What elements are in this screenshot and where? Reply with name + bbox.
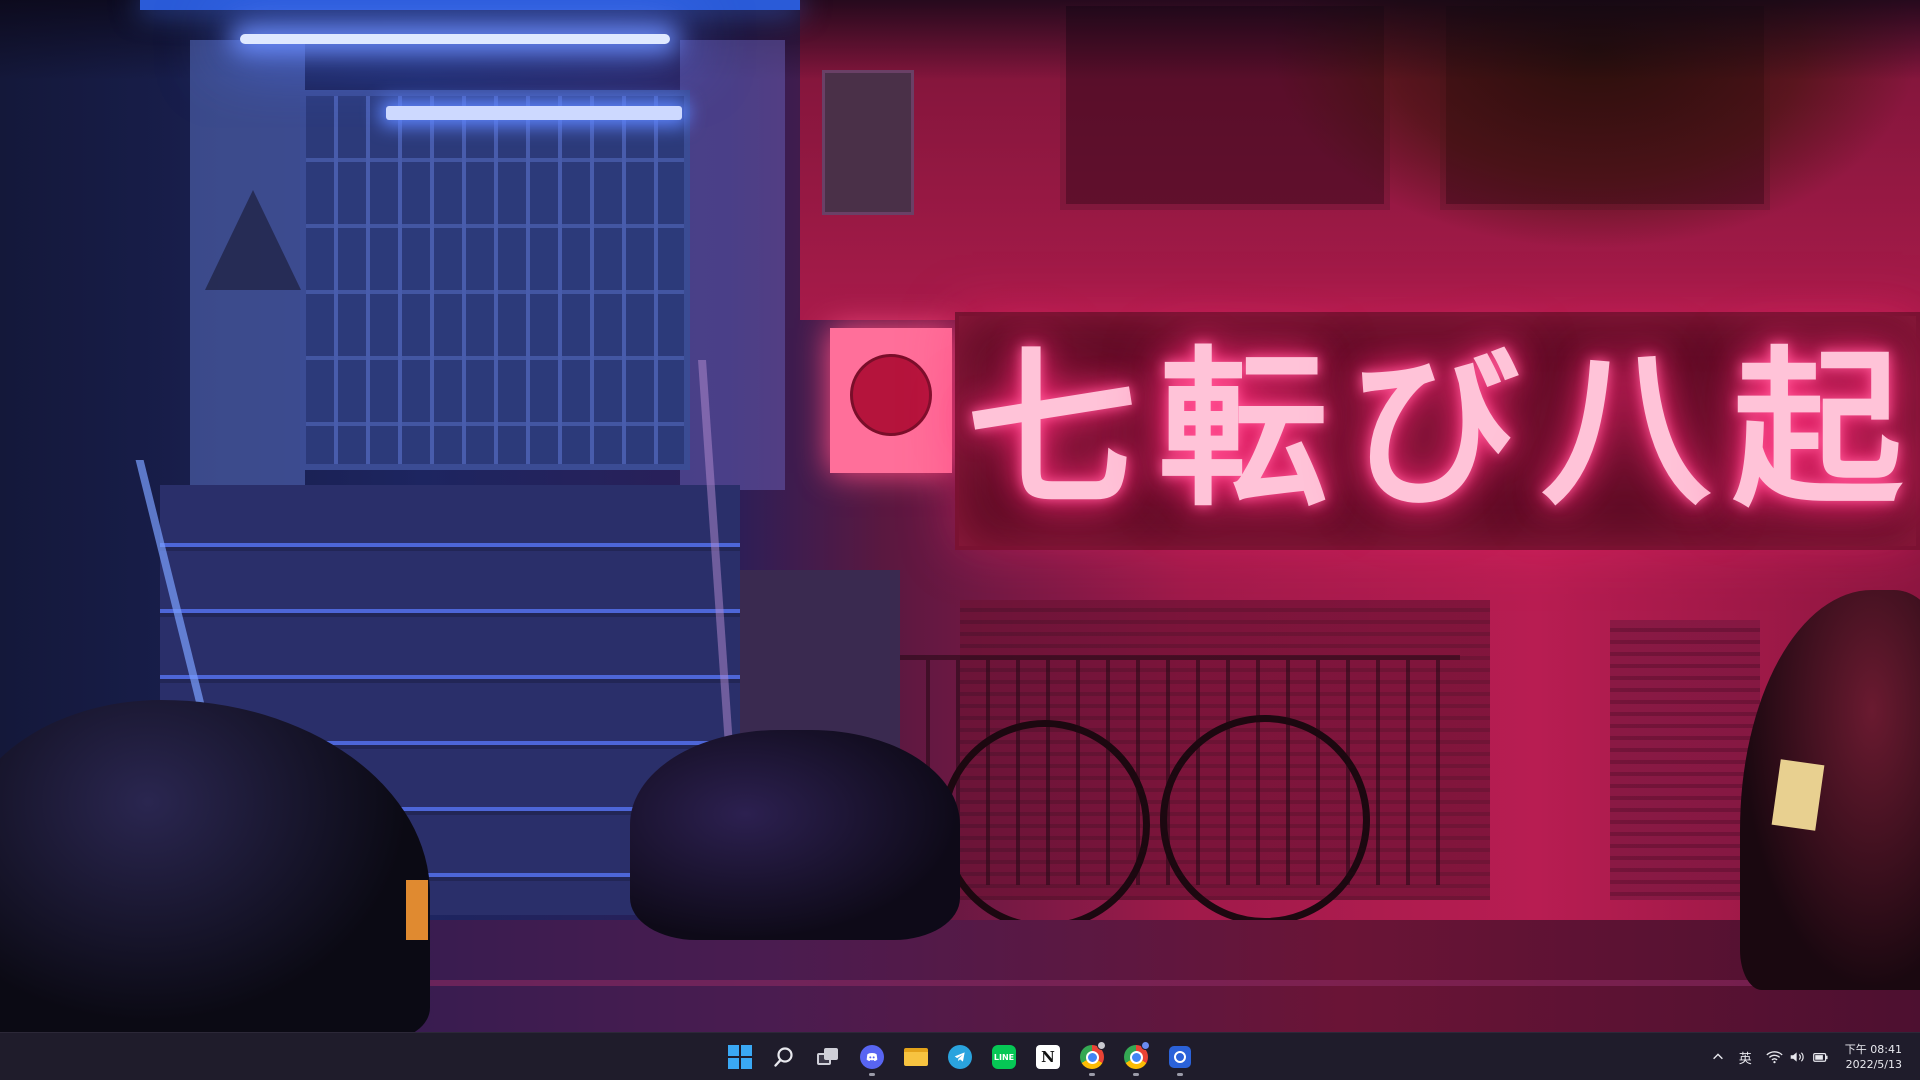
entrance-awning: [140, 0, 800, 10]
sign-character: び: [1349, 332, 1526, 530]
neon-led-sign: 七 転 び 八 起: [955, 312, 1920, 550]
file-explorer-button[interactable]: [896, 1037, 936, 1077]
taskbar-apps: LINE N: [720, 1033, 1200, 1080]
snipping-tool-button[interactable]: [1160, 1037, 1200, 1077]
fluorescent-lamp: [240, 34, 670, 44]
sign-character: 八: [1540, 332, 1717, 530]
wifi-icon: [1766, 1051, 1783, 1064]
clock-button[interactable]: 下午 08:41 2022/5/13: [1839, 1042, 1908, 1072]
bicycle-wheel: [1160, 715, 1370, 925]
chrome-button-1[interactable]: [1072, 1037, 1112, 1077]
folder-icon: [904, 1048, 928, 1066]
pillar-right: [680, 40, 785, 490]
start-button[interactable]: [720, 1037, 760, 1077]
chrome-button-2[interactable]: [1116, 1037, 1156, 1077]
windows-icon: [728, 1045, 752, 1069]
license-plate: [406, 880, 428, 940]
taskbar: LINE N 英 下午 08:41 2022/5/13: [0, 1032, 1920, 1080]
sign-character: 起: [1732, 332, 1909, 530]
telegram-icon: [948, 1045, 972, 1069]
parked-car-right: [1740, 590, 1920, 990]
show-hidden-icons-button[interactable]: [1707, 1041, 1729, 1073]
snipping-tool-icon: [1169, 1046, 1191, 1068]
search-button[interactable]: [764, 1037, 804, 1077]
air-conditioner-unit: [822, 70, 914, 215]
shop-shutter: [1610, 620, 1760, 900]
desktop-wallpaper: 七 転 び 八 起: [0, 0, 1920, 1032]
task-view-icon: [817, 1048, 839, 1066]
notion-icon: N: [1036, 1045, 1060, 1069]
curb: [400, 980, 1920, 986]
clock-date: 2022/5/13: [1845, 1058, 1902, 1071]
profile-avatar-badge: [1097, 1041, 1106, 1050]
license-plate: [1771, 759, 1825, 831]
sign-character: 転: [1158, 332, 1335, 530]
chevron-up-icon: [1712, 1053, 1723, 1060]
gated-door: [300, 90, 690, 470]
task-view-button[interactable]: [808, 1037, 848, 1077]
volume-icon: [1790, 1052, 1804, 1062]
quick-settings-button[interactable]: [1762, 1041, 1833, 1073]
sign-character: 七: [966, 332, 1143, 530]
exhaust-fan-box: [830, 328, 952, 473]
graffiti-eye-triangle: [205, 190, 301, 290]
bicycle-wheel: [940, 720, 1150, 930]
discord-button[interactable]: [852, 1037, 892, 1077]
fluorescent-lamp-inner: [386, 106, 682, 120]
garbage-bags: [630, 730, 960, 940]
profile-avatar-badge: [1141, 1041, 1150, 1050]
line-button[interactable]: LINE: [984, 1037, 1024, 1077]
line-icon: LINE: [992, 1045, 1016, 1069]
discord-icon: [860, 1045, 884, 1069]
telegram-button[interactable]: [940, 1037, 980, 1077]
search-icon: [774, 1047, 793, 1067]
notion-button[interactable]: N: [1028, 1037, 1068, 1077]
fan-icon: [850, 354, 932, 436]
input-method-indicator[interactable]: 英: [1735, 1041, 1756, 1073]
battery-icon: [1812, 1053, 1828, 1062]
clock-time: 下午 08:41: [1844, 1043, 1902, 1056]
system-tray: 英 下午 08:41 2022/5/13: [1707, 1033, 1920, 1080]
